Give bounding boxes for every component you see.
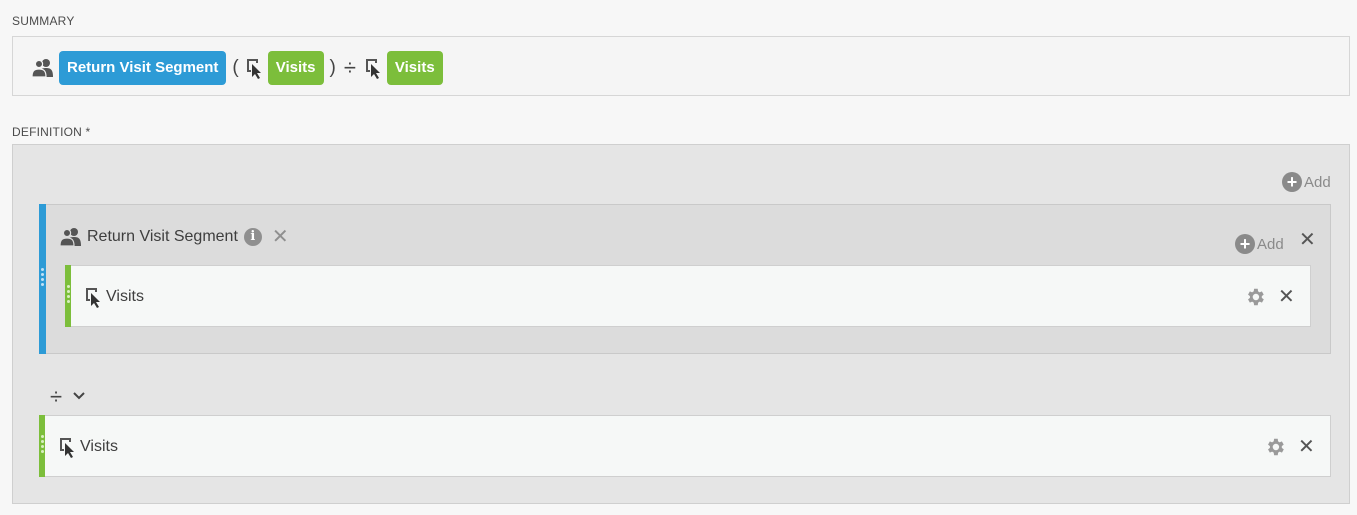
metric-cursor-icon: [245, 57, 265, 79]
metric-label: Visits: [80, 438, 118, 455]
summary-expression: Return Visit Segment ( Visits ) ÷ Visits: [31, 51, 443, 85]
summary-label: SUMMARY: [12, 14, 75, 28]
drag-grip-icon: [41, 435, 44, 453]
drag-grip-icon: [41, 268, 44, 286]
metric-cursor-icon: [58, 436, 78, 458]
segment-header: Return Visit Segment i ✕: [59, 227, 289, 247]
operator-selector[interactable]: ÷: [50, 384, 86, 410]
divide-operator: ÷: [50, 384, 63, 409]
plus-circle-icon: +: [1235, 234, 1255, 254]
plus-circle-icon: +: [1282, 172, 1302, 192]
segment-metric-row[interactable]: Visits ✕: [65, 265, 1311, 327]
chevron-down-icon: [72, 388, 86, 406]
metric-label: Visits: [106, 288, 144, 305]
segment-container[interactable]: Return Visit Segment i ✕ + Add ✕ Visits: [39, 204, 1331, 354]
remove-segment-close-icon[interactable]: ✕: [1299, 230, 1316, 250]
gear-icon[interactable]: [1264, 436, 1286, 463]
summary-metric-pill-1[interactable]: Visits: [267, 51, 324, 85]
remove-metric-close-icon[interactable]: ✕: [1278, 287, 1295, 307]
summary-box: Return Visit Segment ( Visits ) ÷ Visits: [12, 36, 1350, 96]
summary-segment-pill[interactable]: Return Visit Segment: [59, 51, 227, 85]
metric-cursor-icon: [364, 57, 384, 79]
remove-segment-title-close-icon[interactable]: ✕: [272, 227, 289, 247]
definition-metric-row[interactable]: Visits ✕: [39, 415, 1331, 477]
divide-operator: ÷: [343, 55, 356, 80]
gear-icon[interactable]: [1244, 286, 1266, 313]
definition-label: DEFINITION *: [12, 125, 91, 139]
segment-add-button[interactable]: + Add: [1235, 234, 1284, 254]
remove-metric-close-icon[interactable]: ✕: [1298, 437, 1315, 457]
metric-cursor-icon: [84, 286, 104, 308]
close-paren: ): [329, 57, 336, 78]
segment-title: Return Visit Segment: [87, 228, 238, 245]
metric-item: Visits: [58, 436, 118, 458]
add-label: Add: [1304, 173, 1331, 191]
definition-add-button[interactable]: + Add: [1282, 172, 1331, 192]
segment-people-icon: [31, 58, 55, 78]
segment-people-icon: [59, 227, 83, 247]
add-label: Add: [1257, 235, 1284, 253]
open-paren: (: [232, 57, 239, 78]
drag-grip-icon: [67, 285, 70, 303]
info-icon[interactable]: i: [243, 228, 262, 246]
metric-item: Visits: [84, 286, 144, 308]
summary-metric-pill-2[interactable]: Visits: [386, 51, 443, 85]
